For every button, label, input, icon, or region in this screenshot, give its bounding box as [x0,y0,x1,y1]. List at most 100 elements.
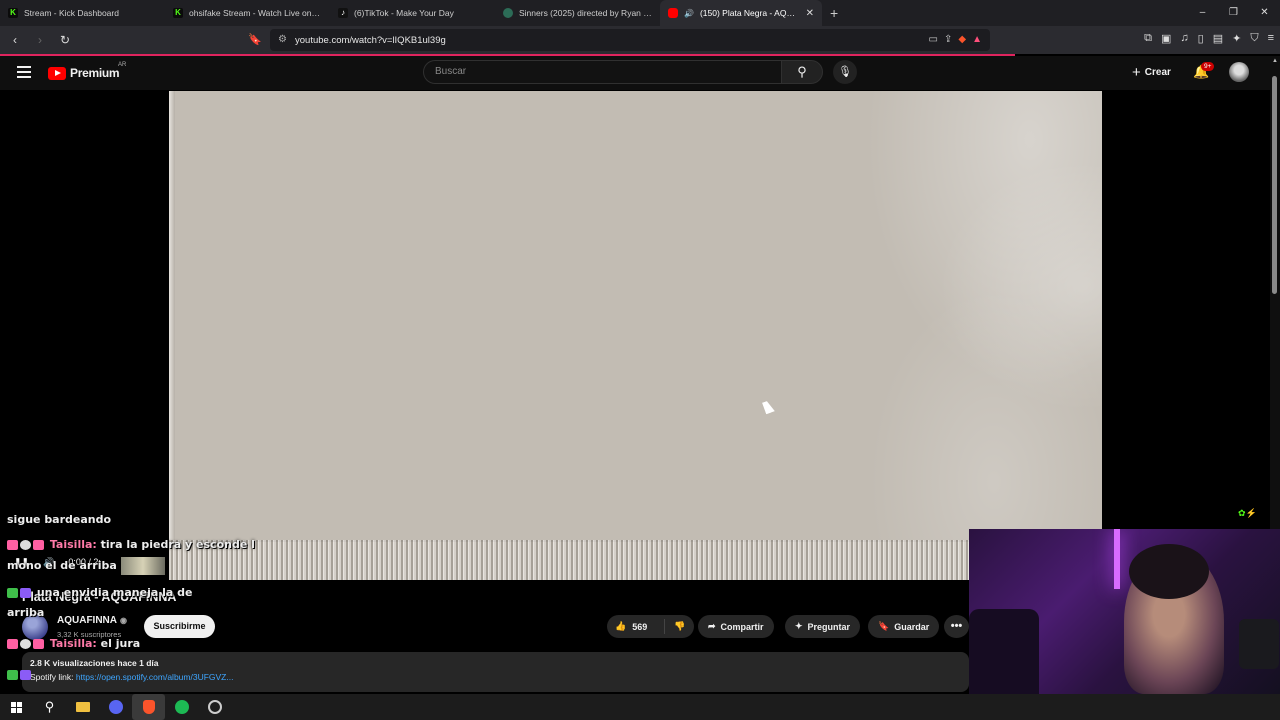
vpn-icon[interactable]: ⛉ [1250,32,1258,45]
search-input[interactable]: Buscar [423,60,781,84]
restore-button[interactable]: ❐ [1218,0,1249,26]
share-page-icon[interactable]: ⇪ [944,34,952,45]
youtube-icon [668,8,678,18]
youtube-logo[interactable]: Premium AR [48,62,126,80]
account-avatar[interactable] [1229,62,1249,82]
thumbs-up-icon: 👍 [615,621,627,631]
bookmark-icon[interactable]: 🔖 [248,33,262,46]
brave-browser-icon[interactable] [132,694,165,720]
media-icon[interactable]: ♫ [1180,32,1188,45]
speaker-icon[interactable]: 🔊 [684,9,694,18]
obs-icon[interactable] [198,694,231,720]
menu-icon[interactable]: ≡ [1268,32,1274,45]
file-explorer-icon[interactable] [66,694,99,720]
subscriber-badge-icon [20,588,31,598]
chair-shape [969,609,1039,694]
more-actions-button[interactable]: ••• [944,615,969,638]
chat-username: Taisilla: [49,637,97,650]
video-player[interactable] [169,91,1102,580]
tab-letterboxd[interactable]: Sinners (2025) directed by Ryan Coo [495,0,660,26]
forward-icon[interactable]: › [30,33,50,47]
tiktok-icon: ♪ [338,8,348,18]
share-icon: ➦ [708,621,716,631]
screenshot-icon[interactable]: ▣ [1161,32,1171,45]
like-dislike-group: 👍 569 👎 [607,615,694,638]
window-controls: – ❐ ✕ [1187,0,1280,26]
spotify-icon[interactable] [165,694,198,720]
windows-start-icon[interactable] [0,694,33,720]
chat-text: una envidia maneja la de [36,586,193,599]
chat-text: mono el de arriba [7,559,117,572]
tab-tiktok[interactable]: ♪ (6)TikTok - Make Your Day [330,0,495,26]
leo-ai-icon[interactable]: ✦ [1232,32,1241,45]
save-button[interactable]: 🔖 Guardar [868,615,940,638]
like-count: 569 [632,621,648,632]
tab-kick-dashboard[interactable]: K Stream - Kick Dashboard [0,0,165,26]
microphone-arm [1239,619,1279,669]
close-tab-icon[interactable]: ✕ [806,8,814,19]
url-text: youtube.com/watch?v=lIQKB1ul39g [295,34,446,46]
minimize-button[interactable]: – [1187,0,1218,26]
search-icon[interactable]: ⚲ [781,60,823,84]
ask-label: Preguntar [807,621,851,632]
create-button[interactable]: + Crear [1124,62,1179,82]
dislike-button[interactable]: 👎 [665,621,685,632]
new-tab-button[interactable]: + [830,5,838,21]
url-actions: ▭ ⇪ ◆ ▲ [929,34,982,45]
kick-icon: K [173,8,183,18]
chat-message: Taisilla: el jura [7,637,140,650]
taskbar-search-icon[interactable]: ⚲ [33,694,66,720]
back-icon[interactable]: ‹ [5,33,25,47]
tab-label: Stream - Kick Dashboard [24,8,119,18]
ask-button[interactable]: ✦ Preguntar [785,615,861,638]
heart-badge-icon [33,639,44,649]
discord-icon[interactable] [99,694,132,720]
url-field[interactable]: ⚙ youtube.com/watch?v=lIQKB1ul39g ▭ ⇪ ◆ … [270,29,990,51]
video-static-noise [169,540,1102,580]
kick-status-icon: ✿⚡ [1238,508,1257,518]
wallet-icon[interactable]: ▤ [1213,32,1223,45]
emote-badge-icon [20,540,31,550]
tab-youtube[interactable]: 🔊 (150) Plata Negra - AQUAFIN ✕ [660,0,822,26]
sidebar-icon[interactable]: ▯ [1198,32,1204,45]
scrollbar-thumb[interactable] [1272,76,1277,294]
chat-message: Taisilla: tira la piedra y esconde l [7,538,255,551]
heart-badge-icon [7,639,18,649]
premium-label: Premium [70,66,120,80]
cast-icon[interactable]: ▭ [929,34,938,45]
hamburger-menu-icon[interactable] [17,66,31,78]
create-label: Crear [1144,66,1171,78]
chat-message: sigue bardeando [7,513,111,526]
share-button[interactable]: ➦ Compartir [698,615,774,638]
streamer-hair [1129,544,1209,599]
reload-icon[interactable]: ↻ [55,33,75,47]
chat-badges [7,668,33,681]
brave-shields-icon[interactable]: ◆ [958,34,966,45]
chat-username: Taisilla: [49,538,97,551]
video-water-texture [742,91,1102,580]
emote-badge-icon [20,639,31,649]
plus-icon: + [1132,63,1141,81]
letterboxd-icon [503,8,513,18]
chat-message: arriba [7,606,44,619]
webcam-overlay [969,529,1280,694]
browser-tab-bar: K Stream - Kick Dashboard K ohsifake Str… [0,0,1280,26]
heart-badge-icon [33,540,44,550]
country-code: AR [118,62,127,68]
chat-text: el jura [100,637,141,650]
chat-text: sigue bardeando [7,513,112,526]
microphone-icon[interactable]: 🎙 [833,60,857,84]
extensions-icon[interactable]: ⧉ [1144,32,1152,45]
kick-icon: K [8,8,18,18]
tab-kick-stream[interactable]: K ohsifake Stream - Watch Live on Kick [165,0,330,26]
scroll-up-icon[interactable]: ▲ [1272,58,1278,64]
tab-label: ohsifake Stream - Watch Live on Kick [189,8,322,18]
green-badge-icon [7,670,18,680]
brave-rewards-icon[interactable]: ▲ [972,34,982,45]
like-button[interactable]: 👍 569 [607,619,665,634]
site-info-icon[interactable]: ⚙ [278,34,287,45]
chat-emote-image [120,557,165,575]
close-window-button[interactable]: ✕ [1249,0,1280,26]
tab-label: Sinners (2025) directed by Ryan Coo [519,8,652,18]
green-badge-icon [7,588,18,598]
